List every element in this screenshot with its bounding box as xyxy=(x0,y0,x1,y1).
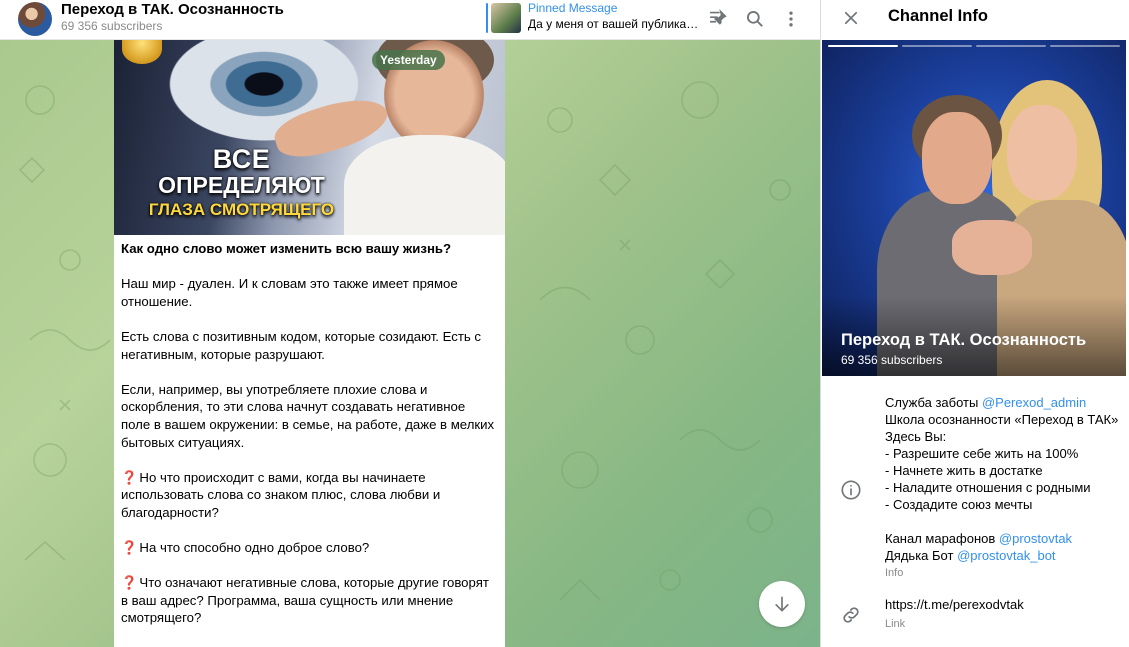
pinned-title: Pinned Message xyxy=(528,1,618,15)
post-question: ❓ Но что происходит с вами, когда вы начи… xyxy=(121,469,497,522)
post-question: ❓ Что означают негативные слова, которые … xyxy=(121,574,497,627)
info-caption: Info xyxy=(885,567,904,579)
description-text: Канал марафонов xyxy=(885,531,999,546)
channel-post: Yesterday ВСЕ ОПРЕДЕЛЯЮТ ГЛАЗА СМОТРЯЩЕГ… xyxy=(114,40,505,647)
search-icon[interactable] xyxy=(742,6,768,32)
description-line: Дядька Бот @prostovtak_bot xyxy=(885,547,1129,564)
description-line: Служба заботы @Perexod_admin xyxy=(885,394,1129,411)
photo-segment xyxy=(902,45,972,47)
post-text: Как одно слово может изменить всю вашу ж… xyxy=(114,235,505,627)
channel-cover-photo[interactable]: Переход в ТАК. Осознанность 69 356 subsc… xyxy=(822,40,1126,376)
post-paragraph: Есть слова с позитивным кодом, которые с… xyxy=(121,328,482,362)
post-paragraph: Если, например, вы употребляете плохие с… xyxy=(121,381,495,450)
description-bullet: - Наладите отношения с родными xyxy=(885,480,1091,495)
pinned-indicator xyxy=(486,3,488,33)
photo-segment xyxy=(1050,45,1120,47)
heart-hands xyxy=(952,220,1032,275)
pinned-thumbnail xyxy=(491,3,521,33)
bot-mention-link[interactable]: @prostovtak_bot xyxy=(957,548,1055,563)
scroll-down-button[interactable] xyxy=(759,581,805,627)
person-face xyxy=(1007,105,1077,200)
photo-progress xyxy=(828,45,1120,47)
image-caption-line2: ОПРЕДЕЛЯЮТ xyxy=(158,172,325,198)
question-text: На что способно одно доброе слово? xyxy=(139,540,370,556)
image-caption-line3: ГЛАЗА СМОТРЯЩЕГО xyxy=(148,200,335,219)
post-question: ❓ На что способно одно доброе слово? xyxy=(121,539,497,557)
panel-header: Channel Info xyxy=(821,0,1129,40)
description-line: Канал марафонов @prostovtak xyxy=(885,530,1129,547)
photo-segment xyxy=(976,45,1046,47)
image-caption-line1: ВСЕ xyxy=(212,144,271,174)
description-bullet: - Начнете жить в достатке xyxy=(885,463,1043,478)
post-image[interactable]: Yesterday ВСЕ ОПРЕДЕЛЯЮТ ГЛАЗА СМОТРЯЩЕГ… xyxy=(114,40,505,235)
chat-header: Переход в ТАК. Осознанность 69 356 subsc… xyxy=(0,0,820,40)
person-face xyxy=(922,112,992,204)
description-line: Здесь Вы: xyxy=(885,429,947,444)
channel-title[interactable]: Переход в ТАК. Осознанность xyxy=(61,1,284,18)
unpin-icon[interactable] xyxy=(705,6,731,32)
channel-link[interactable]: https://t.me/perexodvtak xyxy=(885,597,1024,612)
description-bullet: - Разрешите себе жить на 100% xyxy=(885,446,1079,461)
channel-subscribers: 69 356 subscribers xyxy=(61,19,163,33)
question-text: Что означают негативные слова, которые д… xyxy=(121,575,489,626)
question-mark-icon: ❓ xyxy=(121,575,138,591)
arrow-down-icon xyxy=(775,596,789,612)
channel-avatar[interactable] xyxy=(18,2,52,36)
post-paragraph: Наш мир - дуален. И к словам это также и… xyxy=(121,276,458,309)
admin-mention-link[interactable]: @Perexod_admin xyxy=(982,395,1086,410)
pinned-message[interactable]: Pinned Message Да у меня от вашей публик… xyxy=(486,0,701,38)
description-bullet: - Создадите союз мечты xyxy=(885,497,1033,512)
more-vertical-icon[interactable] xyxy=(778,6,804,32)
pinned-text: Да у меня от вашей публикации... xyxy=(528,17,700,31)
question-text: Но что происходит с вами, когда вы начин… xyxy=(121,469,441,520)
chat-background: Yesterday ВСЕ ОПРЕДЕЛЯЮТ ГЛАЗА СМОТРЯЩЕГ… xyxy=(0,40,820,647)
post-heading: Как одно слово может изменить всю вашу ж… xyxy=(121,241,452,256)
description-text: Служба заботы xyxy=(885,395,982,410)
panel-title: Channel Info xyxy=(888,7,988,25)
link-caption: Link xyxy=(885,618,906,630)
channel-description: Служба заботы @Perexod_admin Школа осозн… xyxy=(885,394,1129,564)
cover-subscribers: 69 356 subscribers xyxy=(841,353,943,367)
cover-channel-name: Переход в ТАК. Осознанность xyxy=(841,331,1087,349)
date-badge: Yesterday xyxy=(372,50,445,70)
close-icon[interactable] xyxy=(839,6,863,30)
description-line: Школа осознанности «Переход в ТАК» xyxy=(885,412,1119,427)
channel-info-panel: Channel Info Переход в ТАК. Осознанность… xyxy=(820,0,1129,647)
info-icon xyxy=(841,480,861,500)
photo-segment xyxy=(828,45,898,47)
question-mark-icon: ❓ xyxy=(121,540,138,556)
marathon-mention-link[interactable]: @prostovtak xyxy=(999,531,1072,546)
question-mark-icon: ❓ xyxy=(121,469,138,485)
description-spacer xyxy=(885,513,1129,530)
description-text: Дядька Бот xyxy=(885,548,958,563)
link-icon xyxy=(843,607,859,623)
